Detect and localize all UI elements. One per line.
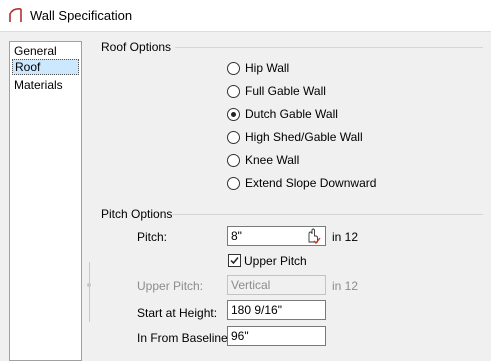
window-title: Wall Specification [30, 8, 133, 23]
title-bar: Wall Specification [0, 0, 491, 32]
radio-button[interactable] [227, 85, 240, 98]
radio-label: Extend Slope Downward [245, 176, 377, 190]
check-icon [230, 257, 239, 265]
roof-gable-icon [9, 8, 22, 22]
nav-item-general[interactable]: General [12, 43, 79, 59]
upper-pitch-checkbox[interactable] [228, 254, 241, 267]
upper-pitch-label: Upper Pitch: [137, 279, 204, 293]
start-height-value: 180 9/16" [231, 303, 282, 317]
radio-label: Knee Wall [245, 153, 300, 167]
upper-pitch-unit: in 12 [332, 279, 359, 293]
in-from-baseline-value: 96" [231, 329, 249, 343]
roof-options-divider [175, 47, 483, 48]
radio-label: Hip Wall [245, 61, 290, 75]
radio-label: Dutch Gable Wall [245, 107, 338, 121]
radio-button[interactable] [227, 177, 240, 190]
pitch-options-heading: Pitch Options [101, 207, 173, 221]
upper-pitch-value: Vertical [231, 278, 271, 292]
hand-pointer-icon[interactable] [305, 228, 321, 244]
pitch-label: Pitch: [137, 230, 168, 244]
radio-button[interactable] [227, 154, 240, 167]
in-from-baseline-label: In From Baseline: [137, 331, 232, 345]
upper-pitch-input: Vertical [227, 275, 326, 295]
link-bracket-line [89, 262, 90, 322]
in-from-baseline-input[interactable]: 96" [227, 326, 326, 346]
start-height-input[interactable]: 180 9/16" [227, 300, 326, 320]
radio-button[interactable] [227, 131, 240, 144]
upper-pitch-check-label[interactable]: Upper Pitch [244, 254, 307, 268]
link-bracket-dot [87, 283, 91, 287]
radio-button[interactable] [227, 62, 240, 75]
category-list[interactable]: General Roof Materials [9, 41, 82, 361]
radio-label: Full Gable Wall [245, 84, 326, 98]
pitch-input[interactable]: 8" [227, 226, 326, 246]
pitch-options-divider [172, 214, 483, 215]
roof-options-heading: Roof Options [101, 40, 172, 54]
nav-item-roof[interactable]: Roof [12, 59, 79, 75]
start-height-label: Start at Height: [137, 306, 218, 320]
pitch-unit: in 12 [332, 230, 359, 244]
radio-button-selected[interactable] [227, 108, 240, 121]
pitch-value: 8" [231, 229, 242, 243]
nav-item-materials[interactable]: Materials [12, 77, 79, 93]
radio-label: High Shed/Gable Wall [245, 130, 363, 144]
